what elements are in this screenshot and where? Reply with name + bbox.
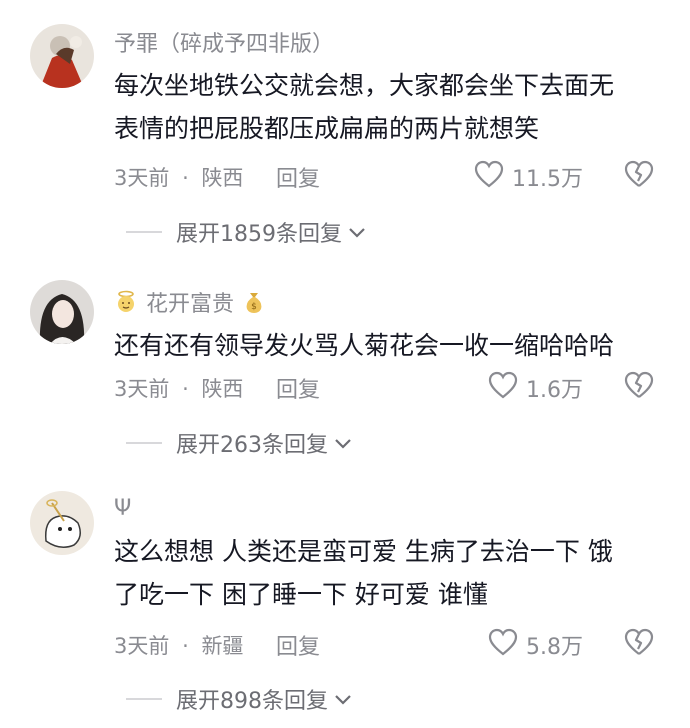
username[interactable]: Ψ — [114, 496, 131, 521]
username[interactable]: 予罪（碎成予四非版） — [114, 26, 334, 58]
like-count: 11.5万 — [512, 167, 583, 192]
comment-text: 还有还有领导发火骂人菊花会一收一缩哈哈哈 — [114, 331, 615, 360]
expand-replies-button[interactable]: 展开898条回复 — [126, 683, 352, 715]
comment-meta: 3天前 · 新疆 — [114, 634, 244, 658]
comment-meta: 3天前 · 陕西 — [114, 377, 244, 401]
broken-heart-icon — [624, 371, 654, 403]
dislike-button[interactable] — [624, 371, 654, 401]
username[interactable]: 花开富贵 $ — [114, 286, 266, 318]
comment-item: 花开富贵 $ 还有还有领导发火骂人菊花会一收一缩哈哈哈 3天前 · 陕西 回复 … — [0, 250, 690, 470]
like-count: 1.6万 — [526, 378, 583, 403]
money-bag-icon: $ — [242, 290, 266, 314]
comment-text: 每次坐地铁公交就会想，大家都会坐下去面无 表情的把屁股都压成扁扁的两片就想笑 — [114, 71, 615, 143]
chevron-down-icon — [334, 687, 352, 712]
like-button[interactable]: 11.5万 — [474, 160, 583, 194]
divider — [126, 698, 162, 700]
heart-icon — [488, 628, 518, 662]
svg-text:$: $ — [251, 302, 257, 312]
like-button[interactable]: 5.8万 — [488, 628, 583, 662]
broken-heart-icon — [624, 160, 654, 192]
heart-icon — [474, 160, 504, 194]
broken-heart-icon — [624, 628, 654, 660]
chevron-down-icon — [348, 220, 366, 245]
comment-item: Ψ 这么想想 人类还是蛮可爱 生病了去治一下 饿 了吃一下 困了睡一下 好可爱 … — [0, 470, 690, 728]
avatar[interactable] — [30, 280, 94, 344]
reply-button[interactable]: 回复 — [276, 161, 320, 193]
reply-button[interactable]: 回复 — [276, 629, 320, 661]
comment-meta: 3天前 · 陕西 — [114, 166, 244, 190]
angel-icon — [114, 290, 138, 314]
divider — [126, 442, 162, 444]
like-button[interactable]: 1.6万 — [488, 371, 583, 405]
dislike-button[interactable] — [624, 160, 654, 190]
expand-replies-button[interactable]: 展开1859条回复 — [126, 216, 366, 248]
heart-icon — [488, 371, 518, 405]
expand-replies-button[interactable]: 展开263条回复 — [126, 427, 352, 459]
comment-item: 予罪（碎成予四非版） 每次坐地铁公交就会想，大家都会坐下去面无 表情的把屁股都压… — [0, 0, 690, 250]
avatar[interactable] — [30, 491, 94, 555]
avatar[interactable] — [30, 24, 94, 88]
reply-button[interactable]: 回复 — [276, 372, 320, 404]
chevron-down-icon — [334, 431, 352, 456]
divider — [126, 231, 162, 233]
dislike-button[interactable] — [624, 628, 654, 658]
comment-text: 这么想想 人类还是蛮可爱 生病了去治一下 饿 了吃一下 困了睡一下 好可爱 谁懂 — [114, 537, 613, 609]
like-count: 5.8万 — [526, 635, 583, 660]
